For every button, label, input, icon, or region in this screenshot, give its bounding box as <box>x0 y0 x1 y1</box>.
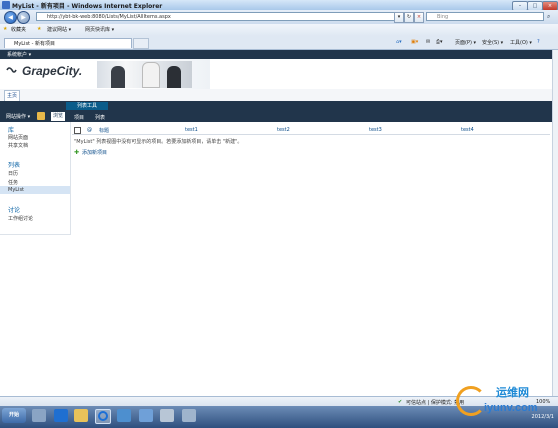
nav-heading-discussions[interactable]: 讨论 <box>8 205 20 214</box>
trusted-sites-icon: ✔ <box>398 399 403 405</box>
add-new-item-link[interactable]: ✚ 添加新项目 <box>74 149 107 156</box>
home-icon[interactable]: ⌂▾ <box>396 39 402 45</box>
watermark-line2: iyunv.com <box>484 402 538 414</box>
print-icon[interactable]: ⎙▾ <box>436 39 443 45</box>
new-tab-button[interactable] <box>133 38 149 49</box>
powershell-icon[interactable] <box>54 409 68 422</box>
site-logo[interactable]: GrapeCity. <box>22 64 82 78</box>
search-input[interactable]: Bing <box>426 12 544 21</box>
help-icon[interactable]: ? <box>537 39 540 45</box>
column-header-test3[interactable]: test3 <box>369 127 382 133</box>
empty-list-message: "MyList" 列表视图中没有可显示的项目。若要添加新项目，请单击 "新建"。 <box>74 139 243 145</box>
nav-heading-lists[interactable]: 列表 <box>8 160 20 169</box>
tools-menu[interactable]: 工具(O) ▾ <box>510 39 532 46</box>
mail-icon[interactable]: ✉ <box>426 39 430 45</box>
column-header-test2[interactable]: test2 <box>277 127 290 133</box>
header-divider <box>72 134 550 135</box>
nav-item-calendar[interactable]: 日历 <box>8 170 18 177</box>
nav-item-mylist[interactable]: MyList <box>8 187 24 193</box>
nav-item-tasks[interactable]: 任务 <box>8 179 18 186</box>
stop-icon[interactable]: × <box>414 12 424 23</box>
address-dropdown-icon[interactable]: ▾ <box>394 12 404 23</box>
window-title: MyList - 新有项目 - Windows Internet Explore… <box>12 3 163 10</box>
select-all-checkbox[interactable] <box>74 127 81 134</box>
column-header-title[interactable]: 标题 <box>99 127 109 134</box>
server-manager-icon[interactable] <box>32 409 46 422</box>
add-favorite-icon[interactable]: ★ <box>37 26 41 32</box>
ribbon-tab-list[interactable]: 列表 <box>95 114 105 121</box>
nav-item-shared-documents[interactable]: 共享文档 <box>8 142 28 149</box>
network-icon[interactable] <box>117 409 131 422</box>
remote-desktop-icon[interactable] <box>139 409 153 422</box>
add-icon: ✚ <box>74 149 80 156</box>
address-url: http://ybt-bk-web:8080/Lists/MyList/AllI… <box>47 14 171 20</box>
browser-tab-label: MyList - 新有项目 <box>14 41 55 47</box>
ie-taskbar-icon[interactable] <box>95 409 111 424</box>
address-input[interactable]: http://ybt-bk-web:8080/Lists/MyList/AllI… <box>36 12 400 21</box>
forward-button[interactable]: ▶ <box>17 11 30 24</box>
nav-heading-libraries[interactable]: 库 <box>8 125 14 134</box>
app-icon[interactable] <box>182 409 196 422</box>
nav-item-site-pages[interactable]: 网站页面 <box>8 134 28 141</box>
site-bar: 系统帐户 ▾ <box>0 50 552 59</box>
web-slice-gallery-link[interactable]: 网页快讯库 ▾ <box>85 26 114 33</box>
search-placeholder: Bing <box>437 14 449 20</box>
page-menu[interactable]: 页面(P) ▾ <box>455 39 476 46</box>
nav-item-team-discussion[interactable]: 工作组讨论 <box>8 215 33 222</box>
favorites-button[interactable]: 收藏夹 <box>11 26 26 33</box>
ie-icon <box>2 1 10 9</box>
watermark-line1: 运维网 <box>496 386 529 399</box>
user-menu[interactable]: 系统帐户 ▾ <box>7 51 31 58</box>
favorites-star-icon: ★ <box>3 26 8 32</box>
banner-photo <box>97 61 192 88</box>
ribbon-tab-items[interactable]: 项目 <box>74 114 84 121</box>
tab-row: MyList - 新有项目 ⌂▾ ▣▾ ✉ ⎙▾ 页面(P) ▾ 安全(S) ▾… <box>0 36 558 50</box>
ribbon-tab-browse[interactable]: 浏览 <box>51 112 65 121</box>
column-header-test4[interactable]: test4 <box>461 127 474 133</box>
back-button[interactable]: ◀ <box>4 11 17 24</box>
refresh-icon[interactable]: ↻ <box>404 12 414 23</box>
tool-icon[interactable] <box>160 409 174 422</box>
vertical-scrollbar[interactable] <box>552 50 558 396</box>
address-row: ◀ ▶ http://ybt-bk-web:8080/Lists/MyList/… <box>0 10 558 24</box>
attachment-icon: @ <box>87 127 92 133</box>
add-new-item-label: 添加新项目 <box>82 150 108 156</box>
rss-icon[interactable]: ▣▾ <box>411 39 418 45</box>
explorer-icon[interactable] <box>74 409 88 422</box>
browser-tab[interactable]: MyList - 新有项目 <box>4 38 132 48</box>
watermark-logo: 运维网 iyunv.com <box>446 384 556 424</box>
search-icon[interactable]: ⌕ <box>547 13 550 21</box>
suggested-sites-link[interactable]: 建议网站 ▾ <box>47 26 71 33</box>
grapecity-logo-icon <box>6 67 17 73</box>
column-header-test1[interactable]: test1 <box>185 127 198 133</box>
list-tools-context-tab: 列表工具 <box>66 102 108 110</box>
start-button[interactable]: 开始 <box>2 408 26 423</box>
navigate-up-icon[interactable] <box>37 112 45 120</box>
site-actions-menu[interactable]: 网站操作 ▾ <box>6 113 30 120</box>
safety-menu[interactable]: 安全(S) ▾ <box>482 39 503 46</box>
